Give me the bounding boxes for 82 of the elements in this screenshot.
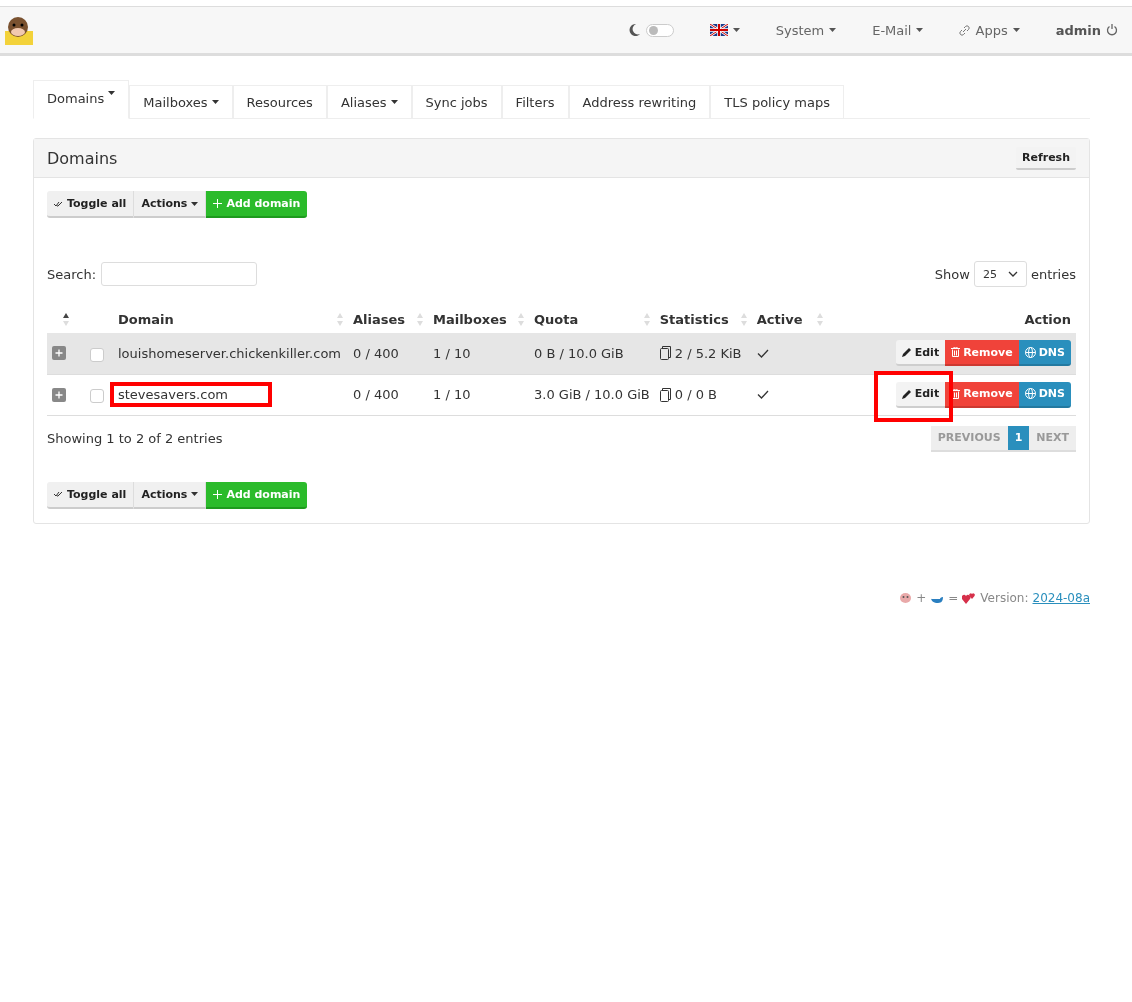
expand-button[interactable] [52,346,66,361]
power-icon[interactable] [1106,24,1118,36]
link-icon [959,24,971,36]
document-icon [659,387,671,402]
column-header: Action [1024,311,1071,327]
actions-button[interactable]: Actions [134,191,207,218]
plus-sign: + [916,590,927,605]
remove-button[interactable]: Remove [945,381,1019,408]
toggle-all-button[interactable]: Toggle all [47,191,135,218]
globe-icon [1024,388,1036,399]
entries-label: entries [1030,266,1076,282]
version-label: Version: [980,590,1029,605]
table-cell: 2 / 5.2 KiB [674,345,742,361]
remove-button[interactable]: Remove [945,340,1019,367]
caret-icon [191,492,199,496]
column-header[interactable]: Quota [534,311,579,327]
tab[interactable]: Mailboxes [129,85,233,118]
language-menu[interactable] [709,24,740,36]
column-header[interactable]: Active [756,311,803,327]
row-checkbox[interactable] [90,347,104,362]
column-header[interactable]: Domain [118,311,174,327]
nav-menu[interactable]: Apps [959,22,1020,38]
chevron-down-icon [1007,271,1018,277]
caret-icon [108,91,116,95]
table-cell: 3.0 GiB / 10.0 GiB [534,387,650,402]
table-cell: 0 B / 10.0 GiB [534,345,624,361]
globe-icon [1024,346,1036,358]
caret-icon [390,100,398,104]
row-checkbox[interactable] [90,389,104,403]
entries-select[interactable]: 25 [973,261,1027,287]
nav-menu[interactable]: E-Mail [872,22,924,38]
tab[interactable]: Sync jobs [411,85,502,118]
double-check-icon [54,200,63,207]
trash-icon [951,347,961,358]
pencil-icon [901,388,912,399]
pencil-icon [901,347,912,358]
caret-icon [1012,28,1020,32]
tab[interactable]: Aliases [326,85,412,118]
toggle-all-button[interactable]: Toggle all [47,481,135,509]
table-cell: 1 / 10 [433,387,471,402]
tab[interactable]: Address rewriting [568,85,711,118]
caret-icon [191,201,199,206]
caret-icon [211,100,219,104]
edit-button[interactable]: Edit [895,340,946,367]
domain-cell: louishomeserver.chickenkiller.com [118,345,341,361]
tab[interactable]: TLS policy maps [710,85,844,118]
show-label: Show [934,266,970,282]
dns-button[interactable]: DNS [1018,381,1071,408]
column-header[interactable]: Statistics [659,311,729,327]
column-header[interactable]: Aliases [353,311,406,327]
equals-sign: = [948,590,959,605]
panel-title: Domains [47,148,118,168]
search-label: Search: [47,266,97,282]
dns-button[interactable]: DNS [1018,340,1071,367]
caret-icon [916,28,924,32]
table-cell: 0 / 400 [353,345,399,361]
table-cell: 1 / 10 [433,345,471,361]
column-header[interactable]: Mailboxes [433,311,507,327]
table-cell: 0 / 400 [353,387,399,402]
uk-flag-icon [709,24,728,36]
domain-cell: stevesavers.com [118,387,228,402]
actions-button[interactable]: Actions [134,481,207,509]
document-icon [659,346,671,361]
double-check-icon [54,491,63,497]
tab[interactable]: Domains [33,80,130,119]
nav-menu[interactable]: System [775,22,837,38]
trash-icon [951,388,961,399]
plus-icon [213,489,223,499]
hearts-icon [962,591,977,604]
user-name[interactable]: admin [1055,22,1101,38]
tab[interactable]: Filters [501,85,569,118]
search-field[interactable] [101,262,258,286]
caret-icon [732,28,740,32]
pagination-button[interactable]: 1 [1007,425,1030,452]
plus-icon [213,199,223,208]
edit-button[interactable]: Edit [895,381,946,408]
table-cell: 0 / 0 B [674,387,717,402]
version-link[interactable]: 2024-08a [1032,590,1090,605]
caret-icon [829,28,837,32]
tab[interactable]: Resources [232,85,327,118]
table-info: Showing 1 to 2 of 2 entries [47,431,223,446]
expand-button[interactable] [52,387,66,402]
